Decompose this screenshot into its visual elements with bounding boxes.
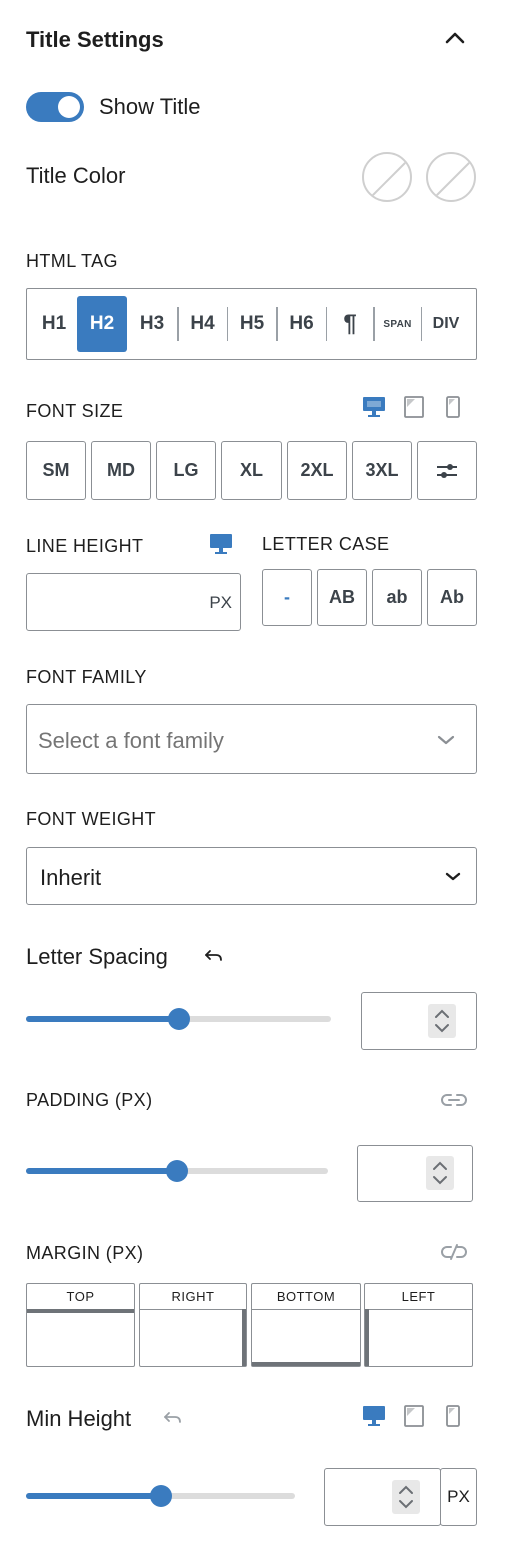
html-tag-label: HTML TAG <box>26 251 118 271</box>
line-height-label: LINE HEIGHT <box>26 536 144 556</box>
font-weight-select[interactable]: Inherit <box>26 847 477 905</box>
mobile-icon[interactable] <box>446 1405 460 1427</box>
letter-case-label: LETTER CASE <box>262 534 390 554</box>
tag-h6-button[interactable]: H6 <box>278 296 326 352</box>
desktop-icon[interactable] <box>362 396 386 418</box>
sliders-icon <box>437 463 457 478</box>
font-size-xl-button[interactable]: XL <box>221 441 282 500</box>
letter-case-lower-button[interactable]: ab <box>372 569 422 626</box>
margin-right-label: RIGHT <box>140 1284 246 1310</box>
chevron-down-icon <box>445 872 461 881</box>
mobile-icon[interactable] <box>446 396 460 418</box>
letter-case-none-button[interactable]: - <box>262 569 312 626</box>
font-family-placeholder: Select a font family <box>38 728 224 753</box>
padding-input[interactable] <box>357 1145 473 1202</box>
tag-h4-button[interactable]: H4 <box>179 296 227 352</box>
margin-top-input[interactable]: TOP <box>26 1283 135 1367</box>
tag-h5-button[interactable]: H5 <box>228 296 276 352</box>
tag-span-button[interactable]: SPAN <box>375 296 421 352</box>
margin-bottom-label: BOTTOM <box>252 1284 360 1310</box>
desktop-icon[interactable] <box>362 1405 386 1427</box>
tag-h3-button[interactable]: H3 <box>127 296 177 352</box>
font-size-sm-button[interactable]: SM <box>26 441 86 500</box>
letter-case-upper-button[interactable]: AB <box>317 569 367 626</box>
show-title-label: Show Title <box>99 94 201 119</box>
slider-thumb[interactable] <box>166 1160 188 1182</box>
custom-size-button[interactable] <box>417 441 477 500</box>
font-family-select[interactable]: Select a font family <box>26 704 477 774</box>
tablet-icon[interactable] <box>404 396 424 418</box>
slider-fill <box>26 1168 177 1174</box>
slider-thumb[interactable] <box>149 1485 172 1507</box>
min-height-slider[interactable] <box>26 1485 295 1507</box>
min-height-input[interactable] <box>324 1468 441 1526</box>
font-size-lg-button[interactable]: LG <box>156 441 216 500</box>
min-height-label: Min Height <box>26 1406 132 1431</box>
font-weight-value: Inherit <box>40 865 102 890</box>
padding-slider[interactable] <box>26 1160 328 1182</box>
reset-icon[interactable] <box>204 947 224 965</box>
line-height-input[interactable]: PX <box>26 573 241 631</box>
stepper-icon[interactable] <box>426 1156 454 1190</box>
unlink-icon[interactable] <box>440 1242 468 1262</box>
tag-h1-button[interactable]: H1 <box>31 296 77 352</box>
tag-paragraph-button[interactable]: ¶ <box>327 296 373 352</box>
letter-case-capitalize-button[interactable]: Ab <box>427 569 477 626</box>
panel-title: Title Settings <box>26 27 164 52</box>
letter-spacing-slider[interactable] <box>26 1008 331 1030</box>
desktop-icon[interactable] <box>209 533 233 555</box>
letter-spacing-label: Letter Spacing <box>26 944 168 969</box>
stepper-icon[interactable] <box>428 1004 456 1038</box>
margin-bottom-input[interactable]: BOTTOM <box>251 1283 361 1367</box>
letter-spacing-input[interactable] <box>361 992 477 1050</box>
font-family-label: FONT FAMILY <box>26 667 147 687</box>
slider-fill <box>26 1016 179 1022</box>
show-title-toggle[interactable] <box>26 92 84 122</box>
min-height-unit-button[interactable]: PX <box>440 1468 477 1526</box>
font-weight-label: FONT WEIGHT <box>26 809 157 829</box>
margin-top-label: TOP <box>27 1284 134 1310</box>
chevron-down-icon <box>437 735 455 745</box>
title-color-swatch[interactable] <box>362 152 412 202</box>
margin-label: MARGIN (PX) <box>26 1243 144 1263</box>
padding-label: PADDING (PX) <box>26 1090 153 1110</box>
font-size-2xl-button[interactable]: 2XL <box>287 441 347 500</box>
margin-right-input[interactable]: RIGHT <box>139 1283 247 1367</box>
font-size-md-button[interactable]: MD <box>91 441 151 500</box>
slider-thumb[interactable] <box>167 1008 190 1030</box>
tag-h2-button[interactable]: H2 <box>77 296 127 352</box>
reset-icon[interactable] <box>163 1409 183 1427</box>
link-icon[interactable] <box>440 1090 468 1110</box>
font-size-3xl-button[interactable]: 3XL <box>352 441 412 500</box>
title-hover-color-swatch[interactable] <box>426 152 476 202</box>
stepper-icon[interactable] <box>392 1480 420 1514</box>
chevron-up-icon[interactable] <box>444 27 466 49</box>
tag-div-button[interactable]: DIV <box>422 296 470 352</box>
tablet-icon[interactable] <box>404 1405 424 1427</box>
margin-left-input[interactable]: LEFT <box>364 1283 473 1367</box>
unit-label: PX <box>209 593 232 612</box>
font-size-label: FONT SIZE <box>26 401 124 421</box>
margin-left-label: LEFT <box>365 1284 472 1310</box>
unit-label: PX <box>447 1487 470 1506</box>
html-tag-selector: H1 H2 H3 H4 H5 H6 ¶ SPAN DIV <box>26 288 477 360</box>
slider-fill <box>26 1493 161 1499</box>
toggle-knob <box>58 96 80 118</box>
title-color-label: Title Color <box>26 163 126 188</box>
